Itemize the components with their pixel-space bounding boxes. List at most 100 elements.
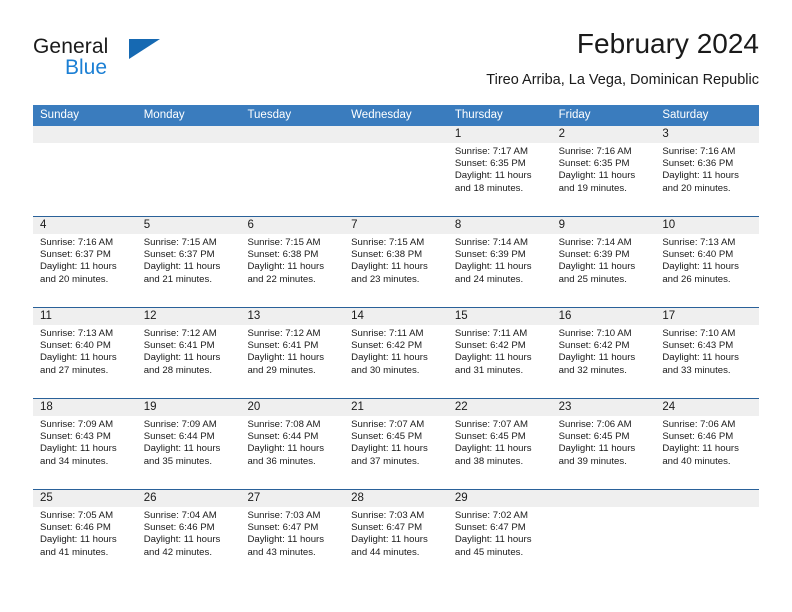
- calendar-day-cell[interactable]: 26 Sunrise: 7:04 AM Sunset: 6:46 PM Dayligh…: [136, 490, 241, 580]
- calendar-day-cell[interactable]: 21 Sunrise: 7:07 AM Sunset: 6:45 PM Dayligh…: [344, 399, 448, 489]
- sunset-text: Sunset: 6:46 PM: [143, 522, 215, 534]
- calendar-day-cell[interactable]: 27 Sunrise: 7:03 AM Sunset: 6:47 PM Dayligh…: [240, 490, 345, 580]
- day-number-band: 12: [136, 308, 241, 325]
- daylight-text-line2: and 18 minutes.: [454, 182, 524, 194]
- calendar-day-cell[interactable]: 8 Sunrise: 7:14 AM Sunset: 6:39 PM Daylight…: [447, 217, 552, 307]
- calendar-day-cell[interactable]: 11 Sunrise: 7:13 AM Sunset: 6:40 PM Dayligh…: [33, 308, 137, 398]
- sunset-text: Sunset: 6:47 PM: [454, 522, 526, 534]
- sunset-text: Sunset: 6:46 PM: [40, 522, 111, 534]
- day-number-band: 3: [655, 126, 760, 143]
- weekday-header-friday: Friday: [558, 109, 591, 121]
- sunset-text: Sunset: 6:43 PM: [662, 340, 734, 352]
- sunset-text: Sunset: 6:42 PM: [454, 340, 526, 352]
- day-number: 27: [247, 492, 261, 504]
- daylight-text-line2: and 21 minutes.: [143, 273, 212, 285]
- day-number: 29: [454, 492, 468, 504]
- day-number-band: 25: [33, 490, 137, 507]
- calendar-day-cell[interactable]: 9 Sunrise: 7:14 AM Sunset: 6:39 PM Daylight…: [551, 217, 656, 307]
- calendar-day-cell[interactable]: 7 Sunrise: 7:15 AM Sunset: 6:38 PM Daylight…: [344, 217, 448, 307]
- day-number-band: 11: [33, 308, 137, 325]
- day-sun-info: Sunrise: 7:07 AM Sunset: 6:45 PM Daylight:…: [448, 416, 552, 468]
- day-number: 12: [143, 310, 157, 322]
- calendar-day-cell[interactable]: 17 Sunrise: 7:10 AM Sunset: 6:43 PM Dayligh…: [655, 308, 760, 398]
- daylight-text-line2: and 28 minutes.: [143, 364, 212, 376]
- calendar-day-cell[interactable]: 24 Sunrise: 7:06 AM Sunset: 6:46 PM Dayligh…: [655, 399, 760, 489]
- daylight-text-line2: and 26 minutes.: [662, 273, 731, 285]
- daylight-text-line1: Daylight: 11 hours: [40, 352, 117, 364]
- daylight-text-line1: Daylight: 11 hours: [558, 170, 636, 182]
- calendar-day-cell[interactable]: 5 Sunrise: 7:15 AM Sunset: 6:37 PM Daylight…: [136, 217, 241, 307]
- calendar-grid: Sunday Monday Tuesday Wednesday Thursday…: [33, 105, 760, 580]
- calendar-day-cell[interactable]: 28 Sunrise: 7:03 AM Sunset: 6:47 PM Dayligh…: [344, 490, 448, 580]
- calendar-day-cell[interactable]: 18 Sunrise: 7:09 AM Sunset: 6:43 PM Dayligh…: [33, 399, 137, 489]
- day-number: 9: [558, 219, 565, 231]
- page-header: General Blue February 2024 Tireo Arriba,…: [33, 28, 759, 100]
- daylight-text-line2: and 25 minutes.: [558, 273, 627, 285]
- calendar-day-cell[interactable]: 22 Sunrise: 7:07 AM Sunset: 6:45 PM Dayligh…: [447, 399, 552, 489]
- brand-name-blue: Blue: [65, 56, 108, 79]
- calendar-day-cell[interactable]: 1 Sunrise: 7:17 AM Sunset: 6:35 PM Daylight…: [447, 126, 552, 216]
- calendar-day-cell-empty: [240, 126, 345, 216]
- day-number: 28: [351, 492, 364, 504]
- daylight-text-line2: and 32 minutes.: [558, 364, 627, 376]
- weekday-header-row: Sunday Monday Tuesday Wednesday Thursday…: [33, 105, 759, 126]
- sunrise-text: Sunrise: 7:14 AM: [558, 237, 632, 248]
- daylight-text-line1: Daylight: 11 hours: [351, 443, 428, 455]
- calendar-day-cell[interactable]: 2 Sunrise: 7:16 AM Sunset: 6:35 PM Daylight…: [551, 126, 656, 216]
- sunrise-text: Sunrise: 7:08 AM: [247, 419, 321, 430]
- day-number: 2: [558, 128, 565, 140]
- day-sun-info: Sunrise: 7:14 AM Sunset: 6:39 PM Daylight:…: [448, 234, 552, 286]
- page-title: February 2024: [576, 28, 759, 59]
- calendar-day-cell[interactable]: 10 Sunrise: 7:13 AM Sunset: 6:40 PM Dayligh…: [655, 217, 760, 307]
- day-number-band: 10: [655, 217, 760, 234]
- calendar-week-row: 1 Sunrise: 7:17 AM Sunset: 6:35 PM Daylight…: [33, 126, 760, 216]
- day-number-band: 15: [447, 308, 552, 325]
- day-sun-info: Sunrise: 7:03 AM Sunset: 6:47 PM Daylight:…: [240, 507, 344, 559]
- calendar-day-cell-empty: [551, 490, 656, 580]
- brand-logo[interactable]: General Blue: [33, 35, 163, 87]
- day-number: 7: [351, 219, 358, 231]
- calendar-day-cell[interactable]: 6 Sunrise: 7:15 AM Sunset: 6:38 PM Daylight…: [240, 217, 345, 307]
- day-number-band: 14: [344, 308, 448, 325]
- day-number-band: 22: [447, 399, 552, 416]
- sunrise-text: Sunrise: 7:15 AM: [351, 237, 425, 248]
- day-sun-info: Sunrise: 7:04 AM Sunset: 6:46 PM Daylight:…: [137, 507, 241, 559]
- day-sun-info: Sunrise: 7:09 AM Sunset: 6:43 PM Daylight:…: [33, 416, 137, 468]
- daylight-text-line1: Daylight: 11 hours: [247, 534, 325, 546]
- daylight-text-line2: and 43 minutes.: [247, 546, 316, 558]
- daylight-text-line1: Daylight: 11 hours: [40, 443, 117, 455]
- calendar-day-cell[interactable]: 23 Sunrise: 7:06 AM Sunset: 6:45 PM Dayligh…: [551, 399, 656, 489]
- calendar-weeks: 1 Sunrise: 7:17 AM Sunset: 6:35 PM Daylight…: [33, 126, 760, 580]
- calendar-day-cell[interactable]: 25 Sunrise: 7:05 AM Sunset: 6:46 PM Dayligh…: [33, 490, 137, 580]
- calendar-day-cell[interactable]: 19 Sunrise: 7:09 AM Sunset: 6:44 PM Dayligh…: [136, 399, 241, 489]
- calendar-day-cell[interactable]: 12 Sunrise: 7:12 AM Sunset: 6:41 PM Dayligh…: [136, 308, 241, 398]
- calendar-day-cell[interactable]: 16 Sunrise: 7:10 AM Sunset: 6:42 PM Dayligh…: [551, 308, 656, 398]
- calendar-day-cell[interactable]: 29 Sunrise: 7:02 AM Sunset: 6:47 PM Dayligh…: [447, 490, 552, 580]
- day-number: 16: [558, 310, 572, 322]
- daylight-text-line2: and 44 minutes.: [351, 546, 420, 558]
- sunset-text: Sunset: 6:38 PM: [247, 249, 319, 261]
- daylight-text-line1: Daylight: 11 hours: [662, 261, 739, 273]
- daylight-text-line1: Daylight: 11 hours: [454, 534, 532, 546]
- calendar-day-cell-empty: [655, 490, 760, 580]
- sunset-text: Sunset: 6:37 PM: [143, 249, 215, 261]
- daylight-text-line1: Daylight: 11 hours: [143, 534, 221, 546]
- day-number: 4: [40, 219, 47, 231]
- day-number-band: 7: [344, 217, 448, 234]
- calendar-day-cell[interactable]: 20 Sunrise: 7:08 AM Sunset: 6:44 PM Dayligh…: [240, 399, 345, 489]
- day-number-band: [344, 126, 448, 143]
- daylight-text-line1: Daylight: 11 hours: [662, 170, 739, 182]
- calendar-day-cell[interactable]: 4 Sunrise: 7:16 AM Sunset: 6:37 PM Daylight…: [33, 217, 137, 307]
- day-number-band: [240, 126, 345, 143]
- sunset-text: Sunset: 6:45 PM: [558, 431, 630, 443]
- calendar-day-cell[interactable]: 15 Sunrise: 7:11 AM Sunset: 6:42 PM Dayligh…: [447, 308, 552, 398]
- day-number-band: 16: [551, 308, 656, 325]
- calendar-day-cell[interactable]: 14 Sunrise: 7:11 AM Sunset: 6:42 PM Dayligh…: [344, 308, 448, 398]
- calendar-day-cell[interactable]: 13 Sunrise: 7:12 AM Sunset: 6:41 PM Dayligh…: [240, 308, 345, 398]
- sunrise-text: Sunrise: 7:14 AM: [454, 237, 528, 248]
- calendar-day-cell[interactable]: 3 Sunrise: 7:16 AM Sunset: 6:36 PM Daylight…: [655, 126, 760, 216]
- day-sun-info: Sunrise: 7:15 AM Sunset: 6:37 PM Daylight:…: [137, 234, 241, 286]
- day-number-band: 21: [344, 399, 448, 416]
- calendar-week-row: 4 Sunrise: 7:16 AM Sunset: 6:37 PM Daylight…: [33, 216, 760, 307]
- day-number-band: 23: [551, 399, 656, 416]
